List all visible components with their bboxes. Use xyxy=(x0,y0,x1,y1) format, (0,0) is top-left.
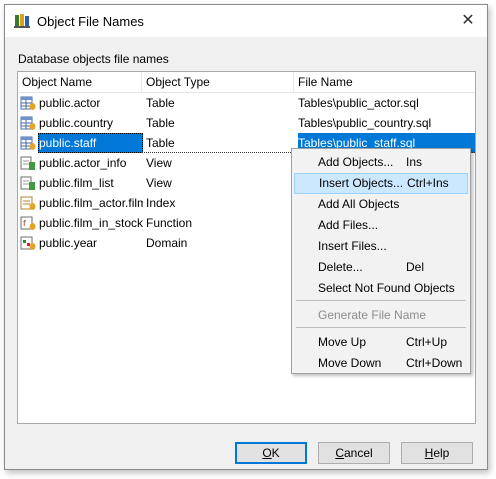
object-type-cell: View xyxy=(146,156,172,170)
close-icon: ✕ xyxy=(461,12,475,29)
menu-item-label: Add Files... xyxy=(318,218,379,232)
domain-icon xyxy=(20,233,38,255)
function-icon: f xyxy=(20,213,38,235)
object-type-cell: Table xyxy=(146,116,175,130)
table-icon xyxy=(20,93,38,115)
object-name-cell: public.year xyxy=(39,236,98,250)
menu-item-label: Add All Objects xyxy=(318,197,400,211)
menu-item-insert-objects[interactable]: Insert Objects... Ctrl+Ins xyxy=(294,173,468,194)
menu-separator xyxy=(296,300,466,301)
help-button[interactable]: Help xyxy=(401,442,473,464)
object-type-cell: View xyxy=(146,176,172,190)
object-type-cell: Index xyxy=(146,196,176,210)
column-header-file-name[interactable]: File Name xyxy=(294,72,475,92)
menu-item-generate-file-name: Generate File Name xyxy=(294,305,468,326)
menu-item-label: Move Up xyxy=(318,335,367,349)
ok-hotkey: O xyxy=(262,446,272,460)
ok-button[interactable]: OK xyxy=(235,442,307,464)
menu-item-label: Move Down xyxy=(318,356,382,370)
menu-item-delete[interactable]: Delete... Del xyxy=(294,257,468,278)
object-name-cell: public.actor_info xyxy=(39,156,127,170)
object-file-names-dialog: Object File Names ✕ Database objects fil… xyxy=(4,4,488,470)
svg-text:f: f xyxy=(23,219,26,228)
file-name-cell: Tables\public_country.sql xyxy=(298,116,432,130)
object-name-cell: public.film_list xyxy=(39,176,114,190)
menu-separator xyxy=(296,327,466,328)
cancel-button[interactable]: Cancel xyxy=(318,442,390,464)
object-name-cell: public.film_actor.film_ xyxy=(39,196,143,210)
app-icon xyxy=(14,14,30,28)
menu-item-label: Insert Objects... xyxy=(319,176,404,190)
menu-item-move-up[interactable]: Move Up Ctrl+Up xyxy=(294,332,468,353)
view-icon xyxy=(20,173,38,195)
cancel-label-rest: ancel xyxy=(343,446,373,460)
table-row[interactable]: public.actor Table Tables\public_actor.sql xyxy=(18,93,475,113)
title-bar: Object File Names ✕ xyxy=(5,5,487,37)
menu-item-move-down[interactable]: Move Down Ctrl+Down xyxy=(294,353,468,374)
list-header: Object Name Object Type File Name xyxy=(18,72,475,93)
menu-item-add-all-objects[interactable]: Add All Objects xyxy=(294,194,468,215)
menu-item-add-objects[interactable]: Add Objects... Ins xyxy=(294,152,468,173)
menu-item-shortcut: Ctrl+Ins xyxy=(407,176,449,190)
index-icon xyxy=(20,193,38,215)
object-type-cell: Table xyxy=(146,136,175,150)
column-header-object-name[interactable]: Object Name xyxy=(18,72,142,92)
close-button[interactable]: ✕ xyxy=(455,9,481,33)
menu-item-label: Select Not Found Objects xyxy=(318,281,455,295)
menu-item-shortcut: Ctrl+Down xyxy=(406,356,463,370)
column-header-object-type[interactable]: Object Type xyxy=(142,72,294,92)
menu-item-shortcut: Ctrl+Up xyxy=(406,335,448,349)
object-type-cell: Domain xyxy=(146,236,188,250)
object-name-cell: public.film_in_stock ( xyxy=(39,216,143,230)
ok-label-rest: K xyxy=(271,446,280,460)
context-menu: Add Objects... Ins Insert Objects... Ctrl+I… xyxy=(291,148,471,374)
menu-item-select-not-found-objects[interactable]: Select Not Found Objects xyxy=(294,278,468,299)
view-icon xyxy=(20,153,38,175)
menu-item-shortcut: Del xyxy=(406,260,425,274)
menu-item-label: Insert Files... xyxy=(318,239,387,253)
file-name-cell: Tables\public_actor.sql xyxy=(298,96,419,110)
menu-item-add-files[interactable]: Add Files... xyxy=(294,215,468,236)
menu-item-insert-files[interactable]: Insert Files... xyxy=(294,236,468,257)
object-name-cell: public.actor xyxy=(39,96,101,110)
help-label-rest: elp xyxy=(433,446,450,460)
table-row[interactable]: public.country Table Tables\public_country… xyxy=(18,113,475,133)
menu-item-label: Delete... xyxy=(318,260,363,274)
table-icon xyxy=(20,133,38,155)
window-title: Object File Names xyxy=(37,14,144,29)
table-icon xyxy=(20,113,38,135)
object-name-cell: public.staff xyxy=(38,133,143,153)
cancel-hotkey: C xyxy=(335,446,344,460)
menu-item-label: Generate File Name xyxy=(318,308,427,322)
menu-item-label: Add Objects... xyxy=(318,155,394,169)
group-label: Database objects file names xyxy=(18,52,169,66)
object-type-cell: Function xyxy=(146,216,193,230)
object-type-cell: Table xyxy=(146,96,175,110)
object-name-cell: public.country xyxy=(39,116,114,130)
menu-item-shortcut: Ins xyxy=(406,155,423,169)
